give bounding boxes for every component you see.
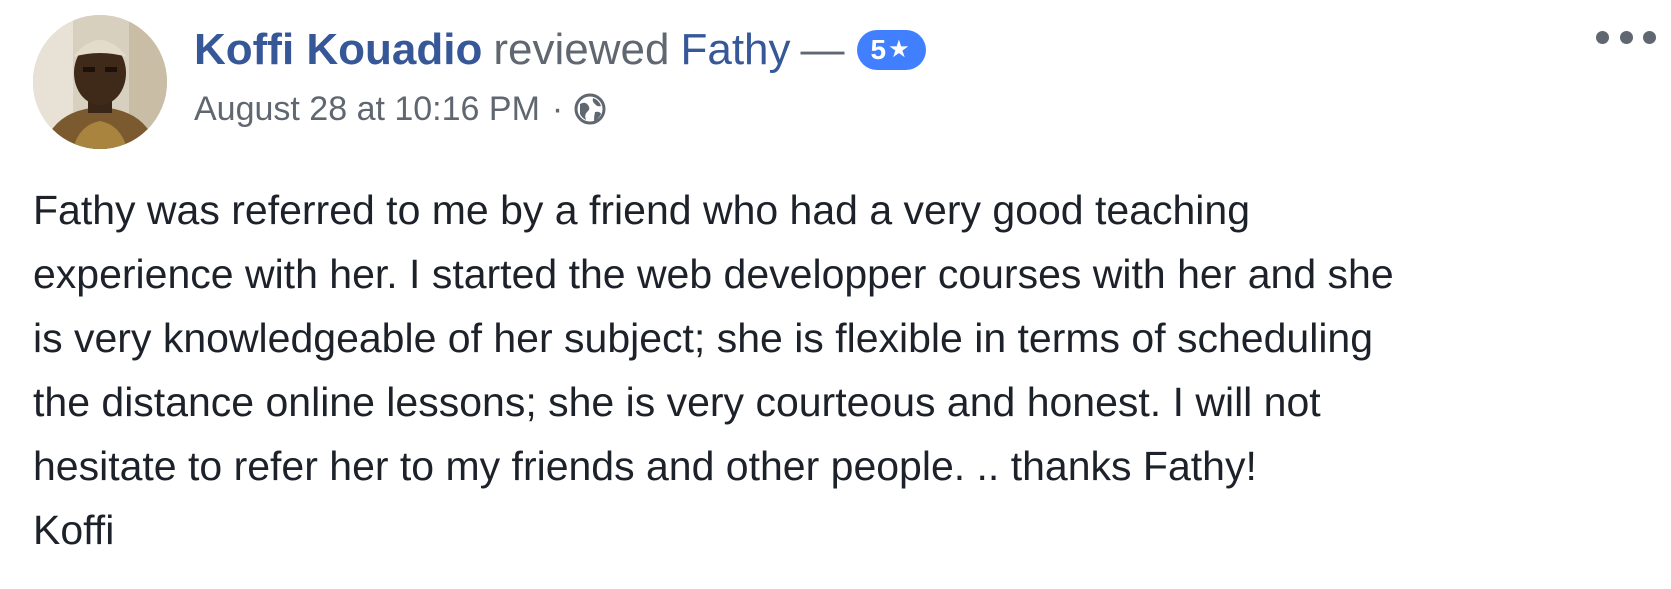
more-dot — [1596, 30, 1609, 44]
post-timestamp[interactable]: August 28 at 10:16 PM — [194, 90, 540, 129]
meta-separator: · — [551, 89, 564, 128]
post-meta: August 28 at 10:16 PM · — [194, 86, 607, 132]
review-post: Koffi Kouadio reviewed Fathy — 5 ★ August… — [0, 0, 1671, 589]
header-dash: — — [800, 25, 845, 74]
more-options-icon[interactable] — [1596, 26, 1656, 48]
rating-badge: 5 ★ — [856, 30, 926, 70]
review-text: Fathy was referred to me by a friend who… — [33, 187, 1394, 553]
review-action-text: reviewed — [493, 25, 670, 74]
post-header: Koffi Kouadio reviewed Fathy — 5 ★ — [194, 22, 926, 78]
more-dot — [1619, 30, 1633, 44]
star-icon: ★ — [888, 36, 910, 63]
author-name-link[interactable]: Koffi Kouadio — [194, 22, 482, 78]
author-avatar[interactable] — [33, 15, 167, 149]
rating-value: 5 — [870, 34, 887, 65]
more-dot — [1643, 30, 1656, 44]
globe-icon[interactable] — [573, 92, 607, 126]
reviewed-page-link[interactable]: Fathy — [680, 22, 790, 78]
review-text-container: Fathy was referred to me by a friend who… — [33, 178, 1658, 562]
avatar-photo — [33, 15, 167, 149]
